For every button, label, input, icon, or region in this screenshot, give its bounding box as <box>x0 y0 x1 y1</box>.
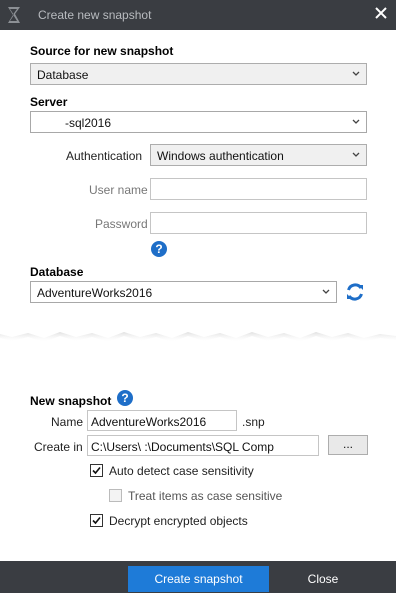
source-heading: Source for new snapshot <box>30 44 174 58</box>
title-bar: Create new snapshot <box>0 0 396 30</box>
database-selected-value: AdventureWorks2016 <box>37 286 153 300</box>
snapshot-help-icon[interactable]: ? <box>117 390 133 406</box>
case-sensitive-checkbox[interactable] <box>109 489 122 502</box>
checkmark-icon <box>92 516 101 525</box>
password-label: Password <box>95 217 148 231</box>
close-icon[interactable] <box>374 6 388 20</box>
name-label: Name <box>51 415 84 429</box>
database-combobox[interactable]: AdventureWorks2016 <box>30 281 337 303</box>
app-logo-icon <box>8 7 20 23</box>
create-in-path-field[interactable]: C:\Users\ :\Documents\SQL Comp <box>87 435 319 456</box>
chevron-down-icon <box>352 119 360 124</box>
source-select[interactable]: Database <box>30 63 367 85</box>
decrypt-checkbox[interactable] <box>90 514 103 527</box>
browse-button[interactable]: ... <box>328 435 368 455</box>
authentication-selected-value: Windows authentication <box>157 149 284 163</box>
new-snapshot-heading: New snapshot <box>30 394 112 408</box>
case-sensitive-label: Treat items as case sensitive <box>128 489 283 503</box>
snapshot-extension: .snp <box>242 415 265 429</box>
source-selected-value: Database <box>37 68 89 82</box>
window-title: Create new snapshot <box>38 8 152 22</box>
create-in-label: Create in <box>34 440 83 454</box>
auth-help-icon[interactable]: ? <box>151 241 167 257</box>
authentication-label: Authentication <box>66 149 143 163</box>
chevron-down-icon <box>352 71 360 76</box>
username-label: User name <box>89 183 148 197</box>
auto-detect-checkbox[interactable] <box>90 464 103 477</box>
close-button[interactable]: Close <box>290 566 356 592</box>
torn-edge-divider <box>0 317 396 342</box>
server-heading: Server <box>30 95 68 109</box>
authentication-select[interactable]: Windows authentication <box>150 144 367 166</box>
snapshot-name-field[interactable]: AdventureWorks2016 <box>87 410 237 431</box>
chevron-down-icon <box>352 152 360 157</box>
server-combobox[interactable]: -sql2016 <box>30 111 367 133</box>
username-field[interactable] <box>150 178 367 200</box>
checkmark-icon <box>92 466 101 475</box>
chevron-down-icon <box>322 289 330 294</box>
create-snapshot-dialog: Create new snapshot Source for new snaps… <box>0 0 396 593</box>
auto-detect-label: Auto detect case sensitivity <box>109 464 254 478</box>
create-snapshot-button[interactable]: Create snapshot <box>128 566 269 592</box>
decrypt-label: Decrypt encrypted objects <box>109 514 248 528</box>
server-value: -sql2016 <box>65 116 112 130</box>
password-field[interactable] <box>150 212 367 234</box>
refresh-icon[interactable] <box>344 281 366 303</box>
database-heading: Database <box>30 265 84 279</box>
